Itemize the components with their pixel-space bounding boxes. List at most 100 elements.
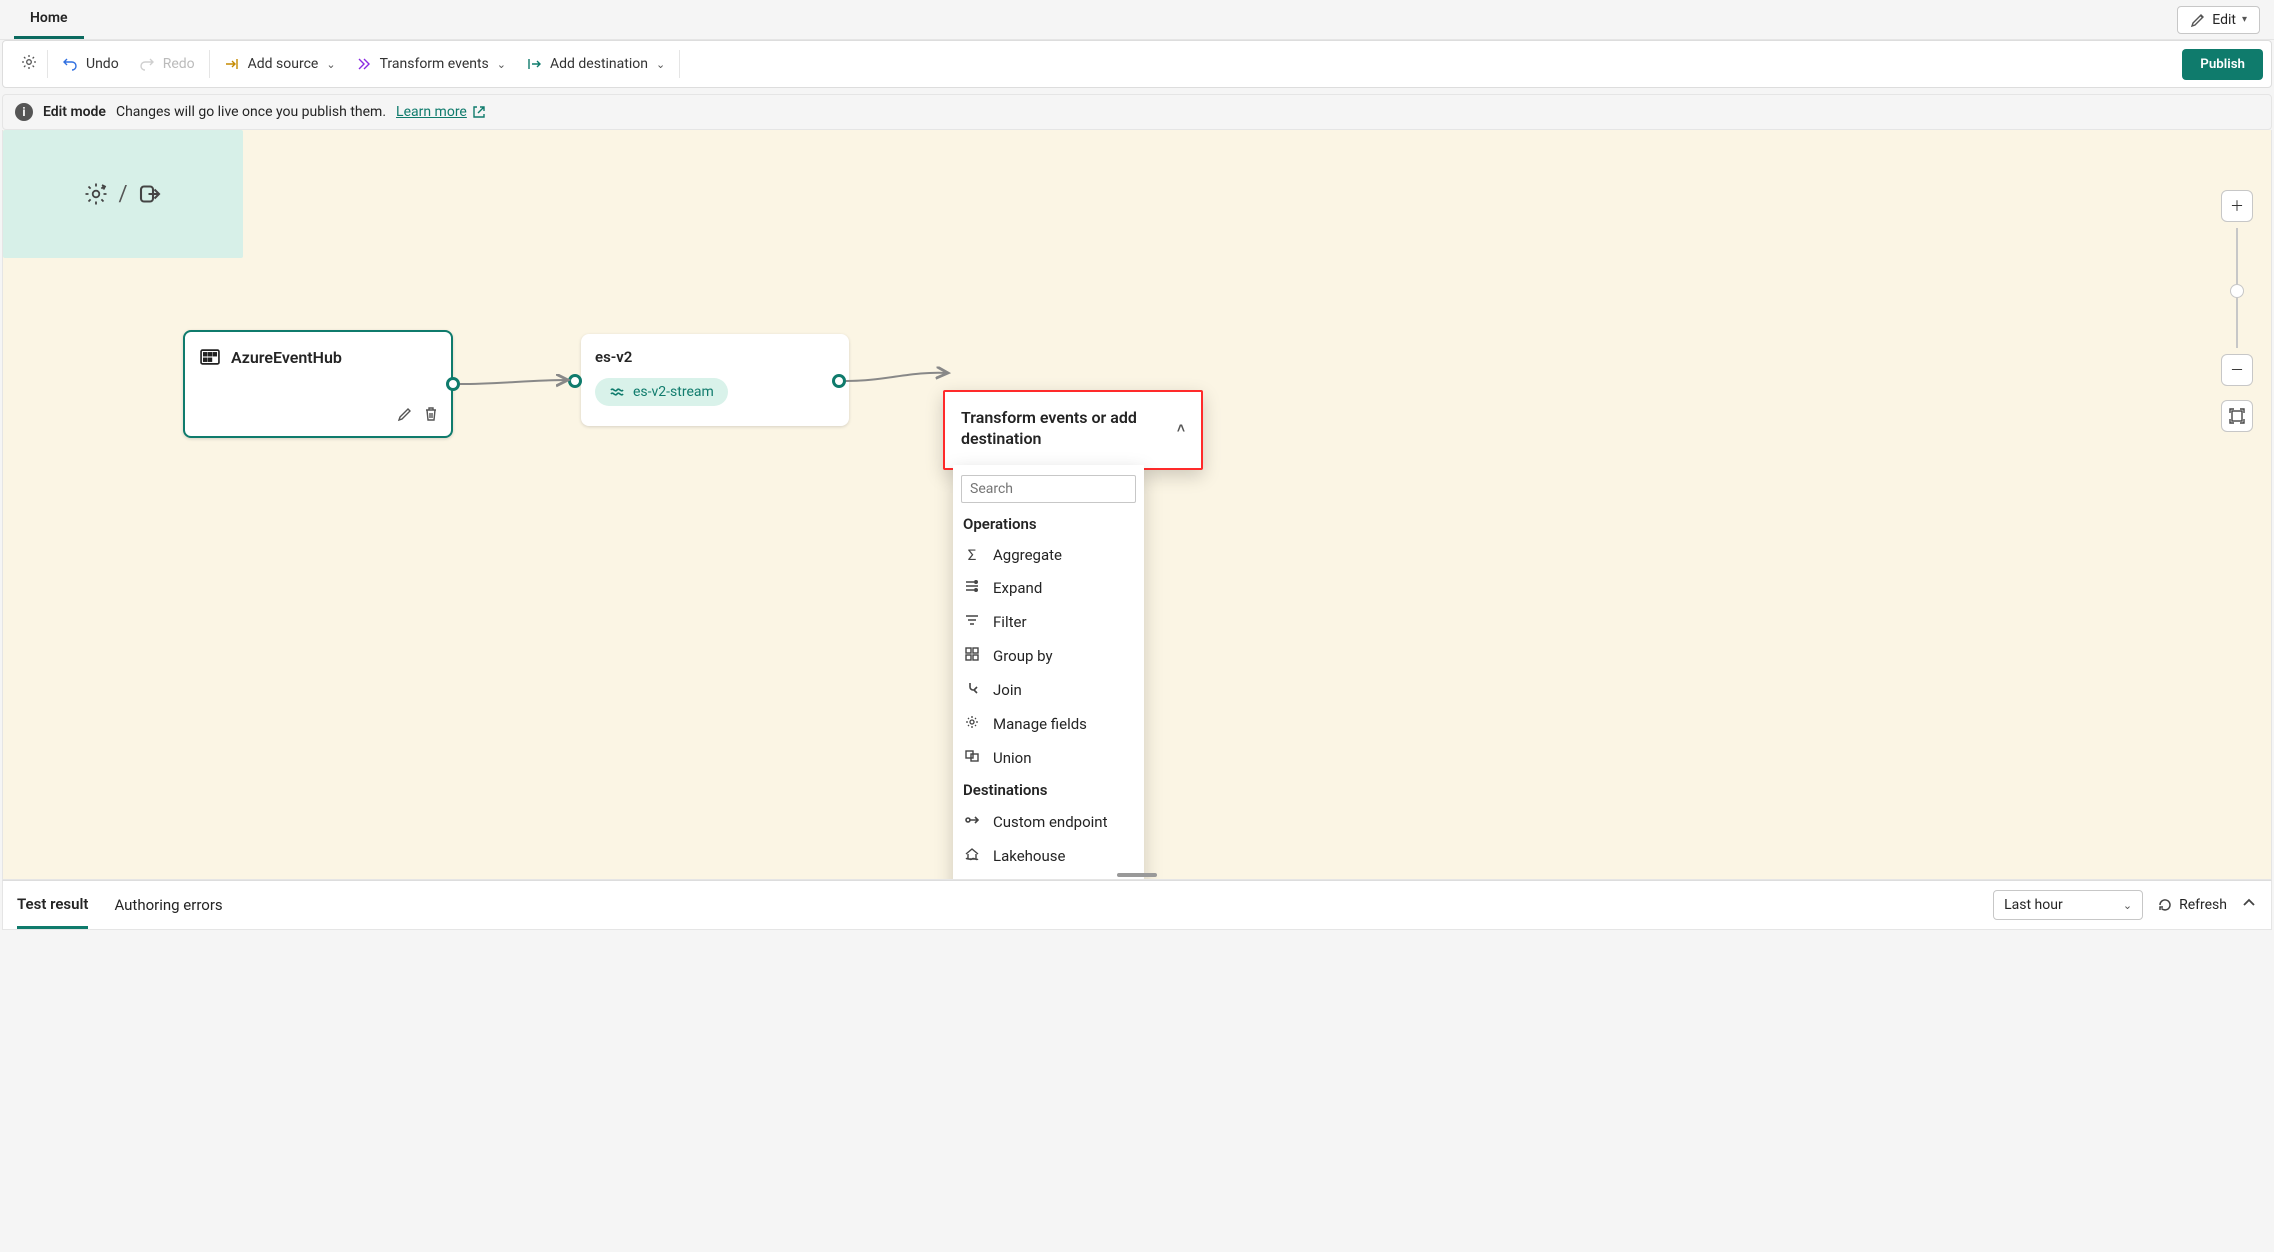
zoom-thumb[interactable] bbox=[2230, 284, 2244, 298]
learn-more-label: Learn more bbox=[396, 104, 467, 120]
chevron-up-icon bbox=[2241, 895, 2257, 911]
transform-or-destination-header[interactable]: Transform events or add destination ˄ bbox=[943, 390, 1203, 470]
refresh-icon bbox=[2157, 897, 2173, 913]
zoom-fit-button[interactable] bbox=[2221, 400, 2253, 432]
fit-icon bbox=[2229, 408, 2245, 424]
drop-slash: / bbox=[118, 182, 127, 207]
op-aggregate[interactable]: Σ Aggregate bbox=[953, 539, 1144, 571]
sigma-icon: Σ bbox=[963, 546, 981, 564]
edit-mode-dropdown[interactable]: Edit ▾ bbox=[2177, 6, 2260, 34]
group-icon bbox=[963, 646, 981, 666]
transform-gear-icon bbox=[84, 182, 108, 206]
node-source[interactable]: AzureEventHub bbox=[183, 330, 453, 438]
stream-icon bbox=[609, 384, 625, 400]
zoom-out-button[interactable]: － bbox=[2221, 354, 2253, 386]
toolbar: Undo Redo Add source ⌄ Transform events … bbox=[2, 40, 2272, 88]
op-manage-fields[interactable]: Manage fields bbox=[953, 707, 1144, 741]
refresh-label: Refresh bbox=[2179, 897, 2227, 913]
edit-mode-title: Edit mode bbox=[43, 104, 106, 120]
edit-mode-banner: i Edit mode Changes will go live once yo… bbox=[2, 94, 2272, 130]
op-join[interactable]: Join bbox=[953, 673, 1144, 707]
zoom-controls: ＋ － bbox=[2221, 190, 2253, 432]
fields-gear-icon bbox=[963, 714, 981, 734]
dest-custom-endpoint-label: Custom endpoint bbox=[993, 813, 1107, 831]
lakehouse-icon bbox=[963, 846, 981, 866]
gear-icon bbox=[21, 54, 37, 70]
edit-mode-desc: Changes will go live once you publish th… bbox=[116, 104, 386, 120]
settings-button[interactable] bbox=[21, 54, 37, 74]
add-source-button[interactable]: Add source ⌄ bbox=[220, 52, 340, 76]
top-tabs: Home Edit ▾ bbox=[0, 0, 2274, 40]
undo-label: Undo bbox=[86, 56, 119, 72]
op-filter[interactable]: Filter bbox=[953, 605, 1144, 639]
chevron-down-icon: ⌄ bbox=[326, 58, 335, 71]
zoom-in-button[interactable]: ＋ bbox=[2221, 190, 2253, 222]
collapse-panel-button[interactable] bbox=[2241, 895, 2257, 915]
dest-custom-endpoint[interactable]: Custom endpoint bbox=[953, 805, 1144, 839]
port-stream-in[interactable] bbox=[568, 374, 582, 388]
filter-icon bbox=[963, 612, 981, 632]
time-range-select[interactable]: Last hour ⌄ bbox=[1993, 890, 2143, 920]
dest-lakehouse-label: Lakehouse bbox=[993, 847, 1065, 865]
chevron-down-icon: ▾ bbox=[2242, 14, 2247, 25]
dropdown-search-input[interactable] bbox=[961, 475, 1136, 503]
node-stream[interactable]: es-v2 es-v2-stream bbox=[581, 334, 849, 426]
port-source-out[interactable] bbox=[446, 377, 460, 391]
dropdown-title: Transform events or add destination bbox=[961, 408, 1177, 450]
learn-more-link[interactable]: Learn more bbox=[396, 104, 487, 120]
transform-or-destination-menu: Operations Σ Aggregate Expand Filter Grou… bbox=[953, 465, 1144, 880]
op-filter-label: Filter bbox=[993, 613, 1027, 631]
tab-home[interactable]: Home bbox=[14, 0, 84, 39]
op-manage-fields-label: Manage fields bbox=[993, 715, 1087, 733]
dest-eventhouse[interactable]: Eventhouse bbox=[953, 873, 1144, 880]
join-icon bbox=[963, 680, 981, 700]
port-stream-out[interactable] bbox=[832, 374, 846, 388]
info-icon: i bbox=[15, 103, 33, 121]
refresh-button[interactable]: Refresh bbox=[2157, 897, 2227, 913]
transform-events-button[interactable]: Transform events ⌄ bbox=[352, 52, 510, 76]
chevron-down-icon: ⌄ bbox=[656, 58, 665, 71]
undo-button[interactable]: Undo bbox=[58, 52, 123, 76]
op-aggregate-label: Aggregate bbox=[993, 546, 1062, 564]
destination-out-icon bbox=[526, 56, 542, 72]
panel-resize-handle[interactable] bbox=[1117, 873, 1157, 877]
op-group-by[interactable]: Group by bbox=[953, 639, 1144, 673]
op-expand-label: Expand bbox=[993, 579, 1042, 597]
endpoint-icon bbox=[963, 812, 981, 832]
zoom-slider[interactable] bbox=[2236, 228, 2238, 348]
op-join-label: Join bbox=[993, 681, 1022, 699]
eventhub-icon bbox=[199, 346, 221, 368]
stream-chip[interactable]: es-v2-stream bbox=[595, 378, 728, 406]
add-destination-label: Add destination bbox=[550, 56, 648, 72]
publish-button[interactable]: Publish bbox=[2182, 49, 2263, 80]
tab-test-result[interactable]: Test result bbox=[17, 881, 88, 929]
bottom-panel: Test result Authoring errors Last hour ⌄… bbox=[2, 880, 2272, 930]
chevron-down-icon: ⌄ bbox=[2123, 899, 2132, 912]
pencil-icon bbox=[2190, 12, 2206, 28]
redo-button: Redo bbox=[135, 52, 199, 76]
node-stream-title: es-v2 bbox=[595, 348, 835, 366]
external-link-icon bbox=[471, 104, 487, 120]
edit-mode-label: Edit bbox=[2212, 12, 2236, 28]
chevron-up-icon: ˄ bbox=[1177, 420, 1185, 438]
source-in-icon bbox=[224, 56, 240, 72]
operations-section-label: Operations bbox=[953, 509, 1144, 539]
union-icon bbox=[963, 748, 981, 768]
time-range-label: Last hour bbox=[2004, 897, 2063, 913]
op-union[interactable]: Union bbox=[953, 741, 1144, 775]
stream-chip-label: es-v2-stream bbox=[633, 384, 714, 400]
add-destination-button[interactable]: Add destination ⌄ bbox=[522, 52, 669, 76]
dest-lakehouse[interactable]: Lakehouse bbox=[953, 839, 1144, 873]
node-source-title: AzureEventHub bbox=[231, 348, 342, 367]
transform-icon bbox=[356, 56, 372, 72]
canvas[interactable]: AzureEventHub es-v2 es-v2-stream / bbox=[2, 130, 2272, 880]
add-source-label: Add source bbox=[248, 56, 319, 72]
delete-node-button[interactable] bbox=[423, 406, 439, 426]
op-expand[interactable]: Expand bbox=[953, 571, 1144, 605]
transform-events-label: Transform events bbox=[380, 56, 489, 72]
trash-icon bbox=[423, 406, 439, 422]
edit-node-button[interactable] bbox=[397, 406, 413, 426]
node-drop-zone[interactable]: / bbox=[3, 130, 243, 258]
tab-authoring-errors[interactable]: Authoring errors bbox=[114, 881, 222, 929]
redo-icon bbox=[139, 56, 155, 72]
